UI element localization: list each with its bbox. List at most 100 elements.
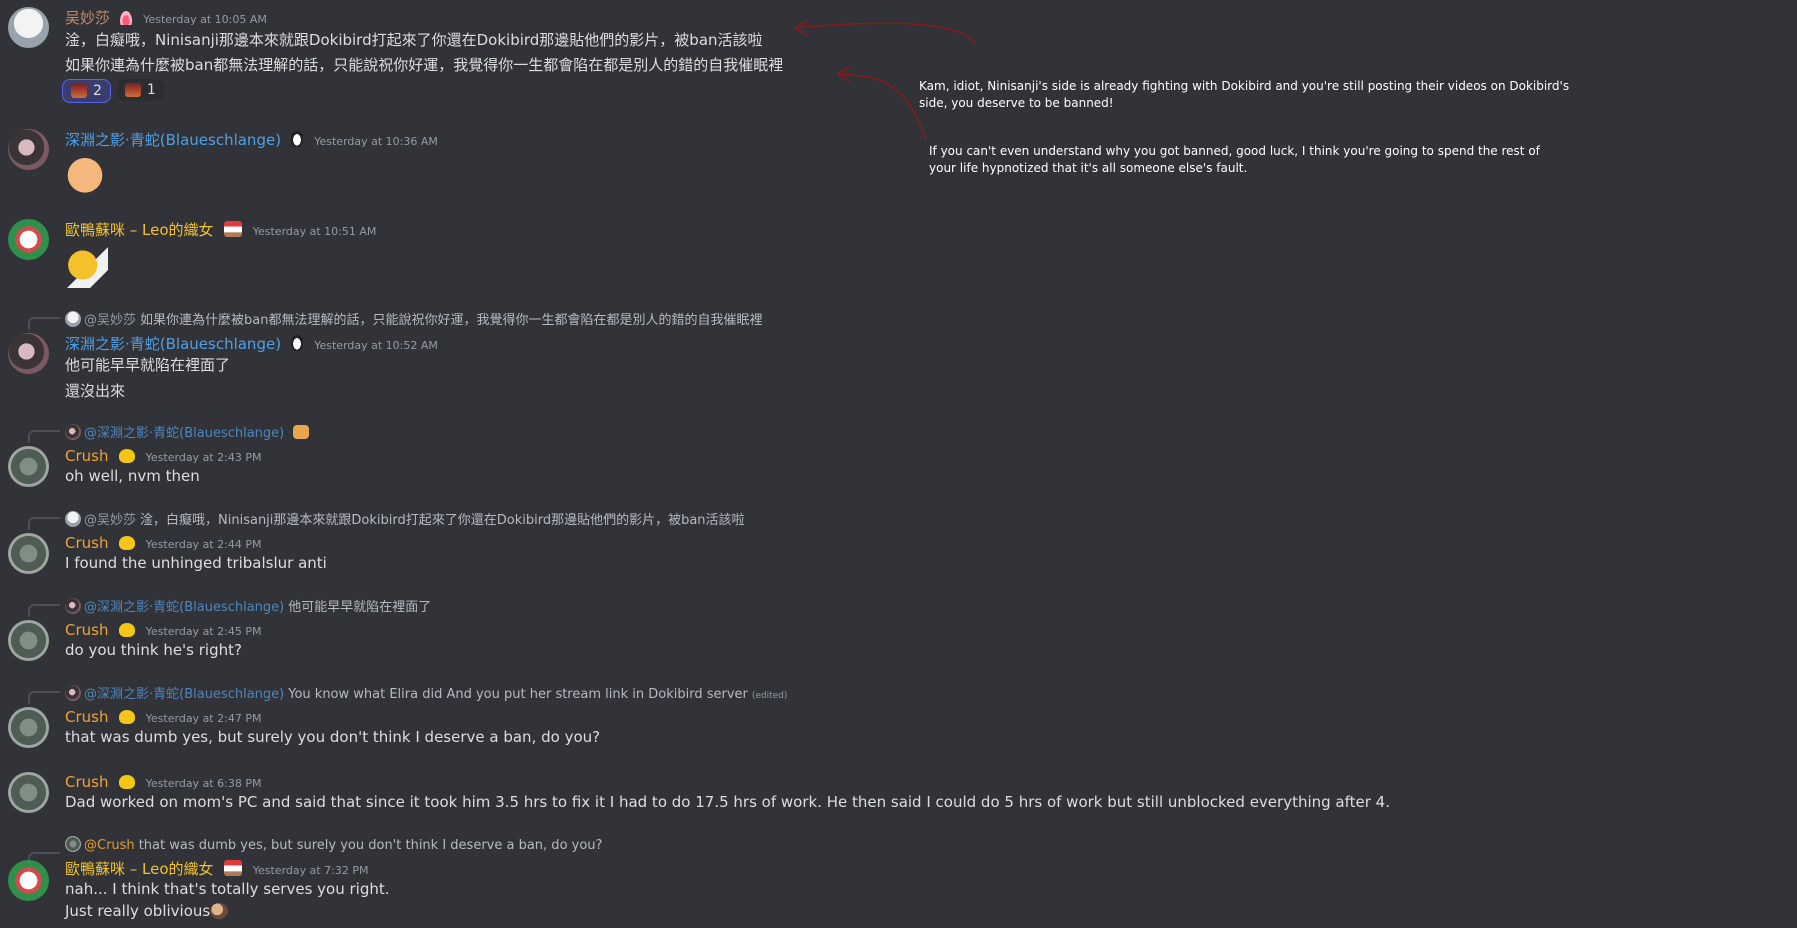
avatar bbox=[65, 424, 81, 440]
message-text: Dad worked on mom's PC and said that sin… bbox=[65, 793, 1390, 811]
cake-badge-icon bbox=[223, 221, 242, 237]
avatar bbox=[65, 511, 81, 527]
translation-annotation: Kam, idiot, Ninisanji's side is already … bbox=[919, 79, 1570, 110]
message-header: 深淵之影·青蛇(Blaueschlange) Yesterday at 10:3… bbox=[65, 129, 438, 150]
reply-text: 淦，白癡哦，Ninisanji那邊本來就跟Dokibird打起來了你還在Doki… bbox=[140, 513, 745, 528]
penguin-badge-icon bbox=[291, 335, 304, 351]
reply-connector bbox=[28, 317, 60, 330]
avatar[interactable] bbox=[8, 219, 49, 260]
reaction-count: 1 bbox=[146, 82, 156, 98]
flame-badge-icon bbox=[120, 11, 133, 25]
reply-preview[interactable]: @吴妙莎 如果你連為什麼被ban都無法理解的話，只能說祝你好運，我覺得你一生都會陷… bbox=[65, 309, 762, 328]
reply-mention[interactable]: @吴妙莎 bbox=[84, 313, 136, 328]
message-text: that was dumb yes, but surely you don't … bbox=[65, 728, 601, 746]
message-text: 還沒出來 bbox=[65, 382, 126, 400]
chick-badge-icon bbox=[118, 775, 135, 789]
reaction-count: 2 bbox=[93, 83, 102, 99]
edited-label: (edited) bbox=[751, 691, 788, 701]
message-text: 如果你連為什麼被ban都無法理解的話，只能說祝你好運，我覺得你一生都會陷在都是別… bbox=[65, 56, 784, 74]
avatar[interactable] bbox=[8, 129, 49, 170]
chick-badge-icon bbox=[118, 710, 135, 724]
avatar bbox=[65, 311, 81, 327]
reply-mention[interactable]: @Crush bbox=[84, 838, 135, 853]
avatar bbox=[65, 836, 81, 852]
message-header: Crush Yesterday at 2:47 PM bbox=[65, 707, 261, 726]
message-header: 歐鴨蘇咪 – Leo的織女 Yesterday at 7:32 PM bbox=[65, 858, 369, 879]
bear-sticker-icon bbox=[62, 242, 108, 288]
chick-badge-icon bbox=[118, 623, 135, 637]
translation-annotation: If you can't even understand why you got… bbox=[929, 144, 1540, 175]
avatar[interactable] bbox=[8, 7, 49, 48]
reply-preview[interactable]: @深淵之影·青蛇(Blaueschlange) bbox=[65, 422, 310, 441]
username[interactable]: Crush bbox=[65, 447, 108, 465]
username[interactable]: 深淵之影·青蛇(Blaueschlange) bbox=[65, 335, 281, 353]
reply-preview[interactable]: @吴妙莎 淦，白癡哦，Ninisanji那邊本來就跟Dokibird打起來了你還在… bbox=[65, 509, 745, 528]
penguin-badge-icon bbox=[291, 131, 304, 147]
timestamp: Yesterday at 2:43 PM bbox=[145, 451, 262, 464]
avatar[interactable] bbox=[8, 772, 49, 813]
timestamp: Yesterday at 10:52 AM bbox=[314, 339, 438, 352]
reply-preview[interactable]: @Crush that was dumb yes, but surely you … bbox=[65, 836, 602, 853]
timestamp: Yesterday at 10:51 AM bbox=[252, 225, 377, 238]
reply-connector bbox=[28, 517, 60, 530]
timestamp: Yesterday at 10:05 AM bbox=[143, 13, 267, 26]
reactions: 2 1 bbox=[62, 79, 164, 103]
username[interactable]: 深淵之影·青蛇(Blaueschlange) bbox=[65, 131, 281, 149]
username[interactable]: 歐鴨蘇咪 – Leo的織女 bbox=[65, 221, 214, 239]
avatar[interactable] bbox=[8, 446, 49, 487]
avatar[interactable] bbox=[8, 620, 49, 661]
message-header: Crush Yesterday at 2:43 PM bbox=[65, 446, 261, 465]
cat-sticker-icon bbox=[62, 150, 108, 196]
emoji-icon bbox=[71, 84, 87, 98]
message-text: nah... I think that's totally serves you… bbox=[65, 880, 390, 898]
reply-connector bbox=[28, 430, 60, 443]
message-text-line: Just really oblivious bbox=[65, 902, 211, 920]
username[interactable]: Crush bbox=[65, 773, 108, 791]
timestamp: Yesterday at 6:38 PM bbox=[145, 777, 262, 790]
message-text: Just really oblivious bbox=[65, 902, 229, 920]
reply-mention[interactable]: @深淵之影·青蛇(Blaueschlange) bbox=[84, 600, 284, 615]
timestamp: Yesterday at 2:47 PM bbox=[145, 712, 262, 725]
message-text: do you think he's right? bbox=[65, 641, 242, 659]
avatar bbox=[65, 685, 81, 701]
reaction-button[interactable]: 2 bbox=[62, 79, 111, 103]
reply-mention[interactable]: @深淵之影·青蛇(Blaueschlange) bbox=[84, 687, 284, 702]
username[interactable]: Crush bbox=[65, 708, 108, 726]
message-text: oh well, nvm then bbox=[65, 467, 200, 485]
timestamp: Yesterday at 2:45 PM bbox=[145, 625, 262, 638]
emoji-icon bbox=[124, 83, 141, 97]
message-header: 歐鴨蘇咪 – Leo的織女 Yesterday at 10:51 AM bbox=[65, 219, 376, 240]
chick-badge-icon bbox=[118, 449, 135, 463]
reaction-button[interactable]: 1 bbox=[116, 79, 164, 101]
message-text: 淦，白癡哦，Ninisanji那邊本來就跟Dokibird打起來了你還在Doki… bbox=[65, 31, 763, 49]
reply-preview[interactable]: @深淵之影·青蛇(Blaueschlange) 他可能早早就陷在裡面了 bbox=[65, 596, 431, 615]
message-header: 深淵之影·青蛇(Blaueschlange) Yesterday at 10:5… bbox=[65, 333, 438, 354]
timestamp: Yesterday at 7:32 PM bbox=[252, 864, 369, 877]
avatar[interactable] bbox=[8, 533, 49, 574]
message-text: I found the unhinged tribalslur anti bbox=[65, 554, 327, 572]
reply-connector bbox=[28, 604, 60, 617]
facepalm-emoji-icon bbox=[210, 903, 229, 919]
username[interactable]: 歐鴨蘇咪 – Leo的織女 bbox=[65, 860, 214, 878]
reply-connector bbox=[28, 691, 60, 704]
reply-mention[interactable]: @吴妙莎 bbox=[84, 513, 136, 528]
reply-text: that was dumb yes, but surely you don't … bbox=[138, 838, 603, 853]
message-header: Crush Yesterday at 2:45 PM bbox=[65, 620, 261, 639]
avatar bbox=[65, 598, 81, 614]
sticker-preview-icon bbox=[293, 425, 310, 439]
message-header: Crush Yesterday at 2:44 PM bbox=[65, 533, 261, 552]
chick-badge-icon bbox=[118, 536, 135, 550]
reply-text: You know what Elira did And you put her … bbox=[288, 687, 748, 702]
username[interactable]: Crush bbox=[65, 621, 108, 639]
reply-text: 如果你連為什麼被ban都無法理解的話，只能說祝你好運，我覺得你一生都會陷在都是別… bbox=[140, 313, 763, 328]
avatar[interactable] bbox=[8, 860, 49, 901]
message-header: 吴妙莎 Yesterday at 10:05 AM bbox=[65, 7, 267, 28]
username[interactable]: 吴妙莎 bbox=[65, 9, 110, 27]
reply-preview[interactable]: @深淵之影·青蛇(Blaueschlange) You know what Eli… bbox=[65, 683, 787, 702]
reply-mention[interactable]: @深淵之影·青蛇(Blaueschlange) bbox=[84, 426, 284, 441]
chat-log: 吴妙莎 Yesterday at 10:05 AM 淦，白癡哦，Ninisanj… bbox=[0, 0, 1797, 928]
timestamp: Yesterday at 10:36 AM bbox=[314, 135, 438, 148]
username[interactable]: Crush bbox=[65, 534, 108, 552]
avatar[interactable] bbox=[8, 707, 49, 748]
avatar[interactable] bbox=[8, 333, 49, 374]
